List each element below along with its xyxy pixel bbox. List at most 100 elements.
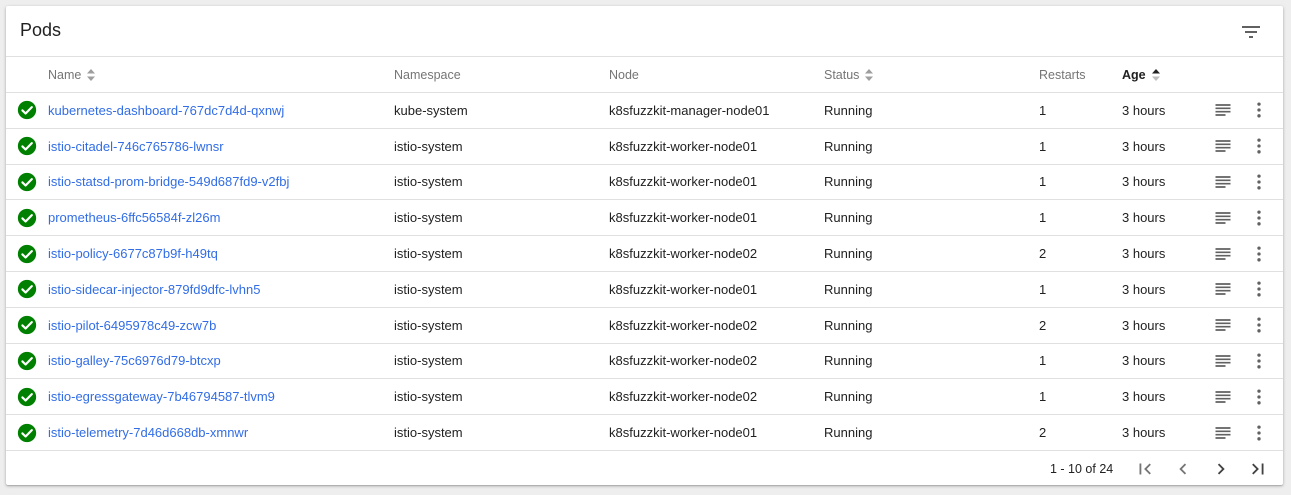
logs-button[interactable] [1212,236,1234,271]
logs-button[interactable] [1212,200,1234,235]
logs-button[interactable] [1212,308,1234,343]
pod-node: k8sfuzzkit-worker-node01 [609,174,758,190]
logs-button[interactable] [1212,415,1234,450]
check-circle-icon [17,316,37,335]
pod-namespace: istio-system [394,174,463,190]
logs-icon [1215,247,1231,260]
more-actions-button[interactable] [1248,93,1270,128]
table-body: kubernetes-dashboard-767dc7d4d-qxnwj kub… [6,93,1283,451]
check-circle-icon [17,137,37,156]
more-vert-icon [1257,353,1261,369]
more-vert-icon [1257,174,1261,190]
more-actions-button[interactable] [1248,236,1270,271]
table-header: Name Namespace Node Status Restarts Age [6,57,1283,93]
check-circle-icon [17,423,37,442]
pod-namespace: istio-system [394,425,463,441]
pod-status: Running [824,389,873,405]
pod-namespace: istio-system [394,389,463,405]
logs-button[interactable] [1212,379,1234,414]
logs-icon [1215,140,1231,153]
pod-status: Running [824,317,873,333]
table-row: kubernetes-dashboard-767dc7d4d-qxnwj kub… [6,93,1283,129]
pod-name-link[interactable]: istio-citadel-746c765786-lwnsr [48,139,224,154]
pod-name-link[interactable]: istio-telemetry-7d46d668db-xmnwr [48,425,248,440]
more-actions-button[interactable] [1248,415,1270,450]
next-page-button[interactable] [1209,457,1233,481]
first-page-button[interactable] [1133,457,1157,481]
more-vert-icon [1257,138,1261,154]
more-actions-button[interactable] [1248,272,1270,307]
pod-node: k8sfuzzkit-manager-node01 [609,102,770,118]
pod-node: k8sfuzzkit-worker-node01 [609,425,758,441]
pod-status: Running [824,425,873,441]
pod-namespace: kube-system [394,102,468,118]
pod-name-link[interactable]: istio-galley-75c6976d79-btcxp [48,353,221,368]
more-vert-icon [1257,281,1261,297]
sort-icon [864,68,874,81]
pod-name-link[interactable]: istio-policy-6677c87b9f-h49tq [48,246,218,261]
logs-button[interactable] [1212,344,1234,379]
pod-age: 3 hours [1122,210,1166,226]
pod-age: 3 hours [1122,353,1166,369]
chevron-right-icon [1217,463,1225,475]
pod-name-link[interactable]: istio-statsd-prom-bridge-549d687fd9-v2fb… [48,174,289,189]
table-row: prometheus-6ffc56584f-zl26m istio-system… [6,200,1283,237]
logs-icon [1215,104,1231,117]
pod-name-link[interactable]: prometheus-6ffc56584f-zl26m [48,210,220,225]
pod-node: k8sfuzzkit-worker-node02 [609,389,758,405]
pod-age: 3 hours [1122,174,1166,190]
previous-page-button[interactable] [1171,457,1195,481]
more-vert-icon [1257,389,1261,405]
column-header-status[interactable]: Status [824,57,874,92]
logs-icon [1215,390,1231,403]
pod-name-link[interactable]: istio-pilot-6495978c49-zcw7b [48,318,216,333]
check-circle-icon [17,280,37,299]
pod-status: Running [824,246,873,262]
status-cell [17,200,39,235]
column-header-name[interactable]: Name [48,57,96,92]
more-actions-button[interactable] [1248,200,1270,235]
column-header-age[interactable]: Age [1122,57,1161,92]
table-row: istio-sidecar-injector-879fd9dfc-lvhn5 i… [6,272,1283,308]
logs-button[interactable] [1212,165,1234,200]
pod-restarts: 1 [1039,389,1047,405]
filter-button[interactable] [1239,20,1263,44]
pod-restarts: 1 [1039,210,1047,226]
check-circle-icon [17,244,37,263]
logs-button[interactable] [1212,93,1234,128]
pod-name-link[interactable]: kubernetes-dashboard-767dc7d4d-qxnwj [48,103,284,118]
pod-age: 3 hours [1122,425,1166,441]
pod-namespace: istio-system [394,317,463,333]
pod-restarts: 1 [1039,138,1047,154]
logs-icon [1215,319,1231,332]
pod-name-link[interactable]: istio-sidecar-injector-879fd9dfc-lvhn5 [48,282,260,297]
more-actions-button[interactable] [1248,129,1270,164]
pod-restarts: 1 [1039,281,1047,297]
pod-node: k8sfuzzkit-worker-node02 [609,317,758,333]
more-actions-button[interactable] [1248,379,1270,414]
check-circle-icon [17,387,37,406]
more-actions-button[interactable] [1248,344,1270,379]
pod-age: 3 hours [1122,246,1166,262]
status-cell [17,272,39,307]
sort-ascending-icon [1151,68,1161,81]
pod-node: k8sfuzzkit-worker-node02 [609,246,758,262]
logs-button[interactable] [1212,129,1234,164]
column-header-namespace: Namespace [394,67,461,82]
pod-restarts: 2 [1039,425,1047,441]
more-actions-button[interactable] [1248,308,1270,343]
column-header-restarts: Restarts [1039,67,1086,82]
pod-restarts: 2 [1039,317,1047,333]
pod-namespace: istio-system [394,210,463,226]
last-page-button[interactable] [1246,457,1270,481]
card-header: Pods [6,6,1283,57]
logs-icon [1215,211,1231,224]
more-actions-button[interactable] [1248,165,1270,200]
pod-namespace: istio-system [394,281,463,297]
pod-name-link[interactable]: istio-egressgateway-7b46794587-tlvm9 [48,389,275,404]
logs-button[interactable] [1212,272,1234,307]
pod-status: Running [824,102,873,118]
pod-node: k8sfuzzkit-worker-node01 [609,210,758,226]
status-cell [17,129,39,164]
status-cell [17,308,39,343]
